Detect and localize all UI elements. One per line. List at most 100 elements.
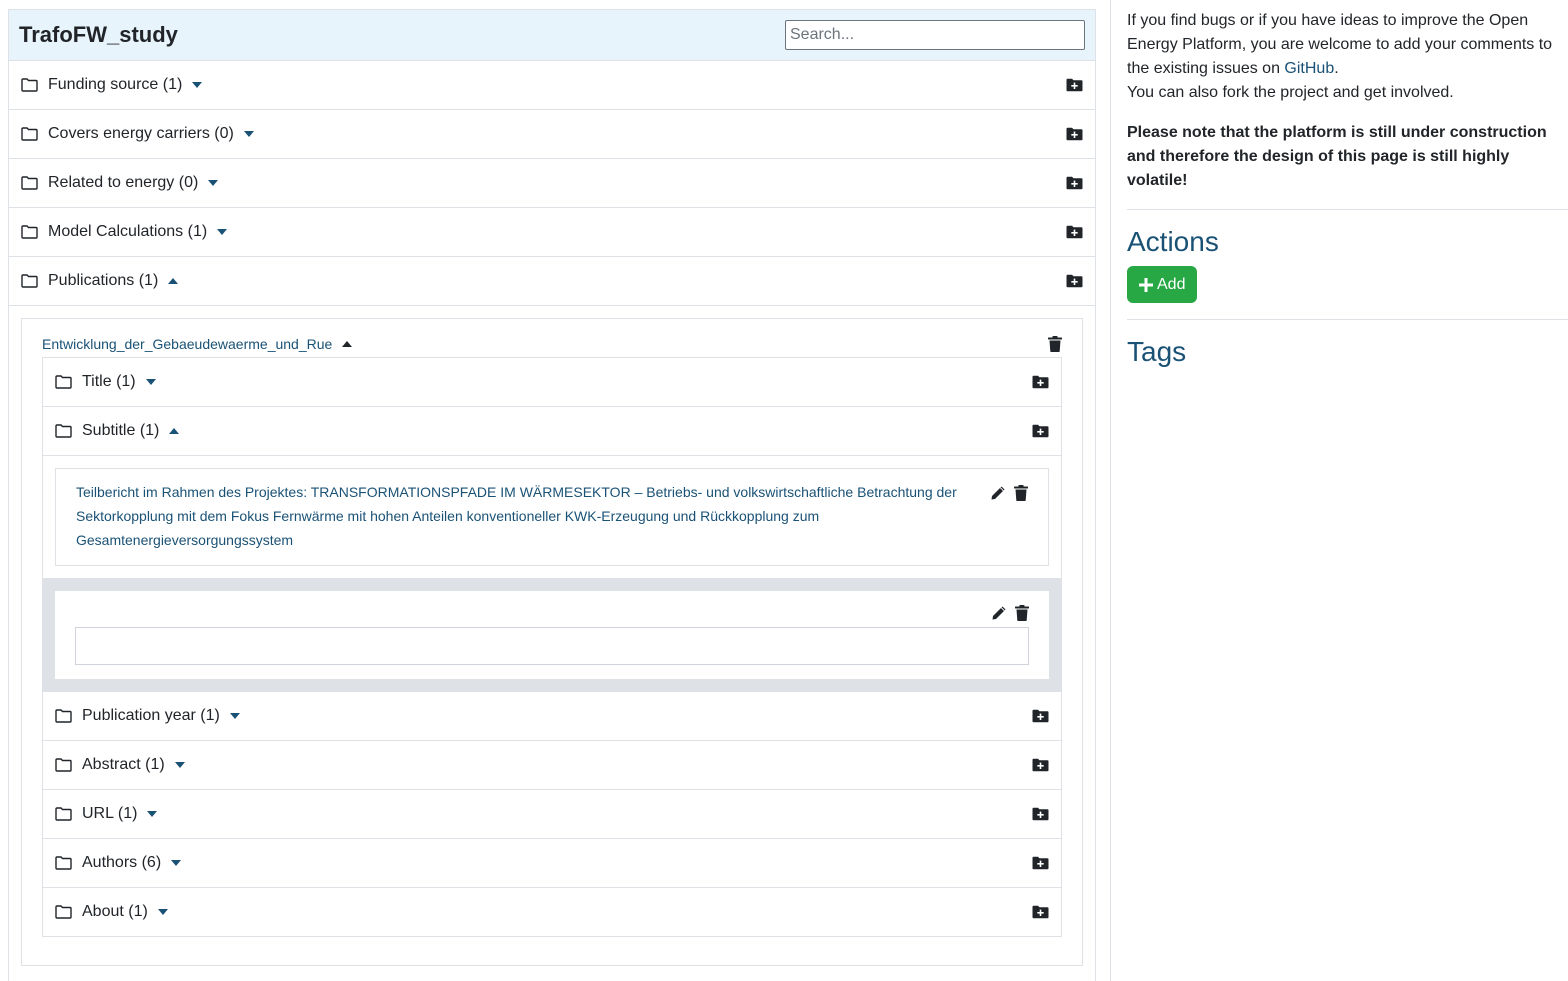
caret-up-icon[interactable]: [342, 341, 353, 347]
caret-down-icon[interactable]: [145, 379, 156, 385]
folder-row-label: Related to energy (0): [48, 174, 199, 191]
folder-row-toggle[interactable]: Publication year (1): [55, 707, 240, 725]
folder-row-label: Publication year (1): [82, 707, 220, 724]
folder-plus-icon[interactable]: [1066, 274, 1083, 288]
folder-row-label: URL (1): [82, 805, 138, 822]
folder-row[interactable]: Authors (6): [43, 839, 1061, 888]
caret-up-icon[interactable]: [168, 278, 179, 284]
github-link[interactable]: GitHub: [1284, 60, 1334, 77]
folder-row[interactable]: Covers energy carriers (0): [9, 110, 1095, 159]
folder-plus-icon[interactable]: [1032, 905, 1049, 919]
caret-down-icon[interactable]: [229, 713, 240, 719]
folder-row-toggle[interactable]: URL (1): [55, 805, 158, 823]
folder-row-toggle[interactable]: Publications (1): [21, 272, 179, 290]
intro-punct: .: [1334, 60, 1339, 77]
folder-plus-icon[interactable]: [1032, 856, 1049, 870]
folder-row-toggle[interactable]: Related to energy (0): [21, 174, 219, 192]
folder-plus-icon[interactable]: [1032, 709, 1049, 723]
subtitle-entry: Teilbericht im Rahmen des Projektes: TRA…: [55, 468, 1049, 566]
publication-link[interactable]: Entwicklung_der_Gebaeudewaerme_und_Rue: [42, 336, 332, 352]
new-subtitle-editor: [43, 578, 1061, 692]
caret-down-icon[interactable]: [243, 131, 254, 137]
folder-icon: [55, 375, 72, 389]
sidebar-intro: If you find bugs or if you have ideas to…: [1127, 9, 1568, 105]
subtitle-actions: [990, 481, 1028, 553]
caret-down-icon[interactable]: [217, 229, 228, 235]
folder-row[interactable]: Model Calculations (1): [9, 208, 1095, 257]
folder-row-toggle[interactable]: Abstract (1): [55, 756, 185, 774]
folder-row[interactable]: Funding source (1): [9, 61, 1095, 110]
folder-row-toggle[interactable]: Model Calculations (1): [21, 223, 228, 241]
folder-row[interactable]: Related to energy (0): [9, 159, 1095, 208]
folder-row-toggle[interactable]: About (1): [55, 903, 168, 921]
folder-plus-icon[interactable]: [1066, 127, 1083, 141]
folder-plus-icon[interactable]: [1066, 176, 1083, 190]
folder-row-label: Covers energy carriers (0): [48, 125, 234, 142]
intro-text: If you find bugs or if you have ideas to…: [1127, 12, 1553, 77]
folder-plus-icon[interactable]: [1032, 807, 1049, 821]
folder-icon: [21, 127, 38, 141]
folder-row[interactable]: Title (1): [43, 358, 1061, 407]
folder-plus-icon[interactable]: [1032, 758, 1049, 772]
subtitle-edit-field[interactable]: [75, 627, 1029, 665]
folder-row-toggle[interactable]: Authors (6): [55, 854, 182, 872]
subtitle-value[interactable]: Teilbericht im Rahmen des Projektes: TRA…: [76, 480, 976, 553]
plus-icon: [1139, 277, 1153, 292]
add-button-label: Add: [1157, 275, 1186, 293]
folder-plus-icon[interactable]: [1032, 375, 1049, 389]
construction-note: Please note that the platform is still u…: [1127, 124, 1547, 189]
publication-container: Entwicklung_der_Gebaeudewaerme_und_Rue T…: [21, 318, 1083, 966]
trash-icon[interactable]: [1014, 485, 1028, 501]
trash-icon[interactable]: [1015, 605, 1029, 621]
caret-up-icon[interactable]: [169, 428, 180, 434]
folder-icon: [21, 274, 38, 288]
folder-plus-icon[interactable]: [1066, 78, 1083, 92]
search-input[interactable]: [785, 20, 1085, 50]
caret-down-icon[interactable]: [208, 180, 219, 186]
trash-icon[interactable]: [1048, 336, 1062, 352]
publication-header: Entwicklung_der_Gebaeudewaerme_und_Rue: [42, 331, 1062, 357]
folder-row-label: Title (1): [82, 373, 136, 390]
folder-row-label: Model Calculations (1): [48, 223, 208, 240]
folder-row[interactable]: Publication year (1): [43, 692, 1061, 741]
caret-down-icon[interactable]: [171, 860, 182, 866]
caret-down-icon[interactable]: [157, 909, 168, 915]
folder-row-toggle[interactable]: Funding source (1): [21, 76, 203, 94]
intro-line2: You can also fork the project and get in…: [1127, 84, 1454, 101]
top-rows: Funding source (1) Covers energy carriers…: [9, 61, 1095, 306]
editor-card: [55, 591, 1049, 679]
folder-row-toggle[interactable]: Covers energy carriers (0): [21, 125, 254, 143]
folder-row[interactable]: About (1): [43, 888, 1061, 937]
caret-down-icon[interactable]: [192, 82, 203, 88]
folder-row[interactable]: Abstract (1): [43, 741, 1061, 790]
folder-row[interactable]: URL (1): [43, 790, 1061, 839]
pencil-icon[interactable]: [991, 605, 1007, 621]
divider: [1127, 319, 1568, 320]
pencil-icon[interactable]: [990, 485, 1006, 501]
editor-actions: [991, 605, 1029, 621]
tags-heading: Tags: [1127, 336, 1187, 367]
folder-row-toggle[interactable]: Title (1): [55, 373, 156, 391]
folder-row[interactable]: Subtitle (1): [43, 407, 1061, 456]
divider: [1127, 209, 1568, 210]
publication-toggle[interactable]: Entwicklung_der_Gebaeudewaerme_und_Rue: [42, 336, 353, 352]
folder-row-toggle[interactable]: Subtitle (1): [55, 422, 180, 440]
folder-icon: [21, 225, 38, 239]
caret-down-icon[interactable]: [147, 811, 158, 817]
folder-row[interactable]: Publications (1): [9, 257, 1095, 306]
panel-header: TrafoFW_study: [9, 10, 1095, 61]
add-button[interactable]: Add: [1127, 266, 1198, 303]
folder-plus-icon[interactable]: [1032, 424, 1049, 438]
sidebar: If you find bugs or if you have ideas to…: [1110, 0, 1568, 981]
folder-icon: [55, 856, 72, 870]
folder-icon: [55, 709, 72, 723]
folder-icon: [21, 176, 38, 190]
folder-icon: [55, 424, 72, 438]
folder-plus-icon[interactable]: [1066, 225, 1083, 239]
caret-down-icon[interactable]: [174, 762, 185, 768]
folder-icon: [55, 905, 72, 919]
study-panel: TrafoFW_study Funding source (1) Covers e…: [8, 9, 1096, 981]
page-title: TrafoFW_study: [19, 22, 178, 47]
folder-row-label: Publications (1): [48, 272, 159, 289]
fields-before: Title (1) Subtitle (1): [43, 358, 1061, 456]
